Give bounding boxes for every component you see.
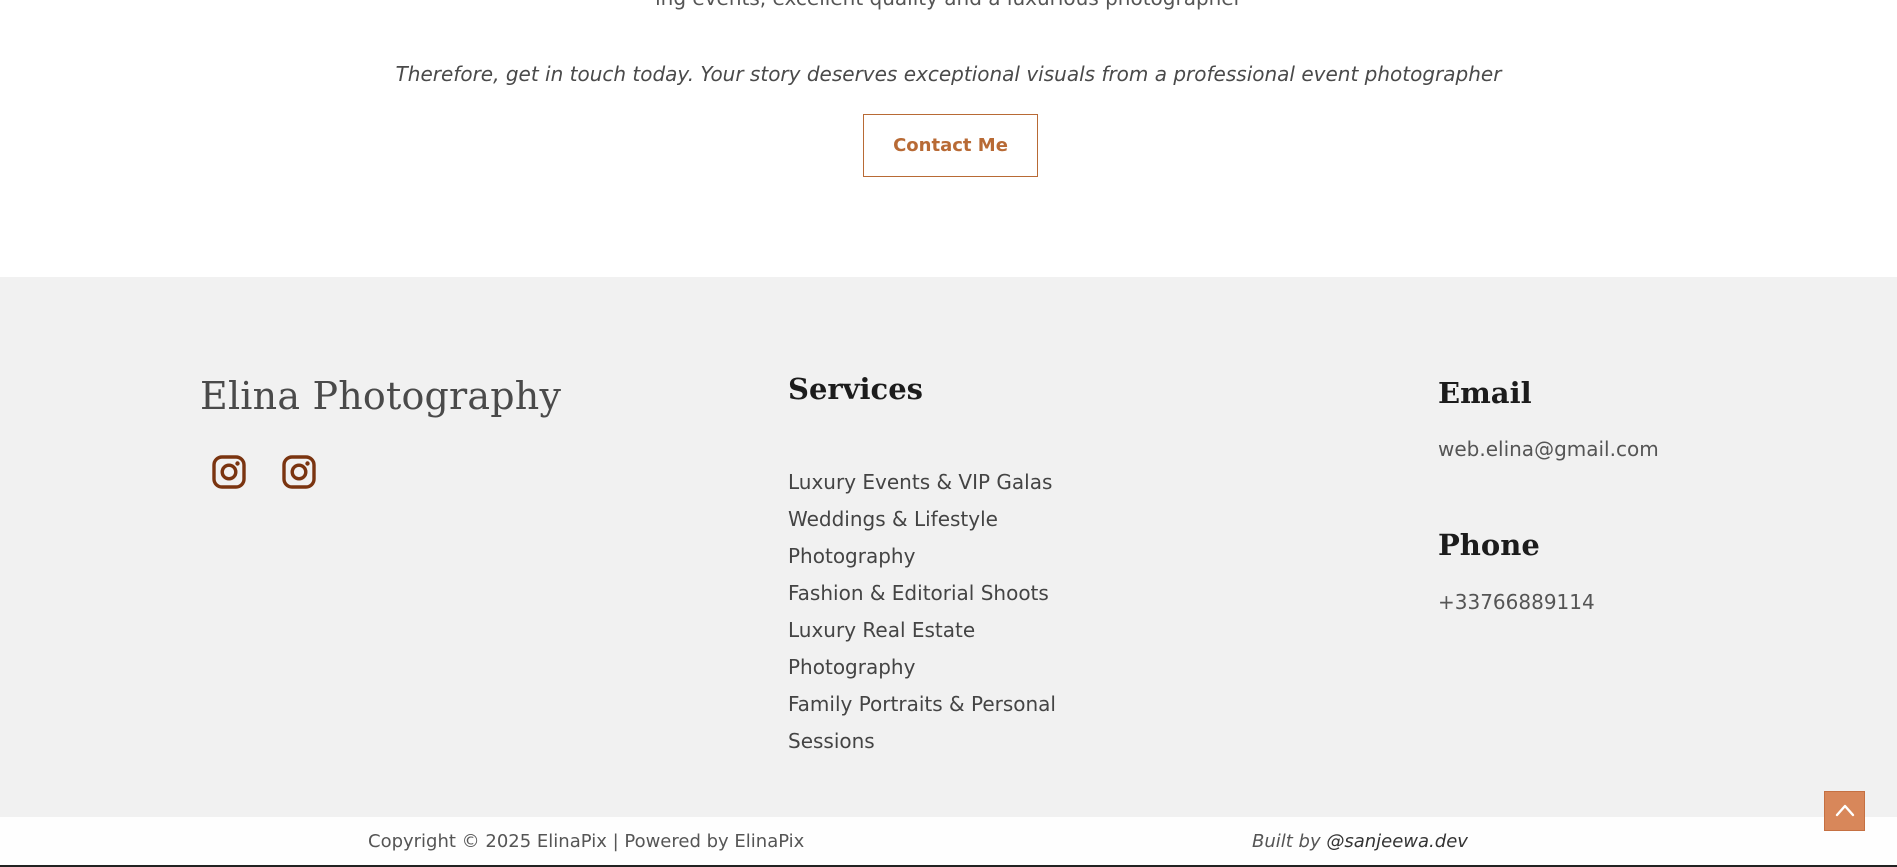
- built-by-prefix: Built by: [1252, 831, 1327, 852]
- instagram-icon: [281, 454, 317, 494]
- email-heading: Email: [1438, 376, 1532, 410]
- footer-brand: Elina Photography: [200, 374, 562, 418]
- cta-partial-text: ing events, excellent quality and a luxu…: [0, 0, 1897, 10]
- bottom-bar: Copyright © 2025 ElinaPix | Powered by E…: [0, 817, 1897, 867]
- copyright-text: Copyright © 2025 ElinaPix | Powered by E…: [368, 831, 805, 852]
- cta-section: ing events, excellent quality and a luxu…: [0, 0, 1897, 277]
- phone-heading: Phone: [1438, 528, 1540, 562]
- services-heading: Services: [788, 372, 923, 406]
- instagram-link-2[interactable]: [277, 452, 321, 496]
- service-item-luxury-events[interactable]: Luxury Events & VIP Galas: [788, 464, 1068, 501]
- service-item-family-portraits[interactable]: Family Portraits & Personal Sessions: [788, 686, 1068, 760]
- scroll-to-top-button[interactable]: [1824, 791, 1865, 831]
- service-item-fashion[interactable]: Fashion & Editorial Shoots: [788, 575, 1068, 612]
- email-link[interactable]: web.elina@gmail.com: [1438, 437, 1659, 461]
- developer-link[interactable]: @sanjeewa.dev: [1326, 831, 1468, 852]
- chevron-up-icon: [1835, 802, 1855, 821]
- phone-link[interactable]: +33766889114: [1438, 590, 1595, 614]
- services-list: Luxury Events & VIP Galas Weddings & Lif…: [788, 464, 1068, 760]
- contact-me-button[interactable]: Contact Me: [863, 114, 1038, 177]
- service-item-real-estate[interactable]: Luxury Real Estate Photography: [788, 612, 1068, 686]
- instagram-link-1[interactable]: [207, 452, 251, 496]
- site-footer: Elina Photography Services Luxury Events…: [0, 277, 1897, 817]
- instagram-icon: [211, 454, 247, 494]
- cta-tagline: Therefore, get in touch today. Your stor…: [395, 62, 1502, 86]
- service-item-weddings[interactable]: Weddings & Lifestyle Photography: [788, 501, 1068, 575]
- built-by-text: Built by @sanjeewa.dev: [1252, 831, 1468, 852]
